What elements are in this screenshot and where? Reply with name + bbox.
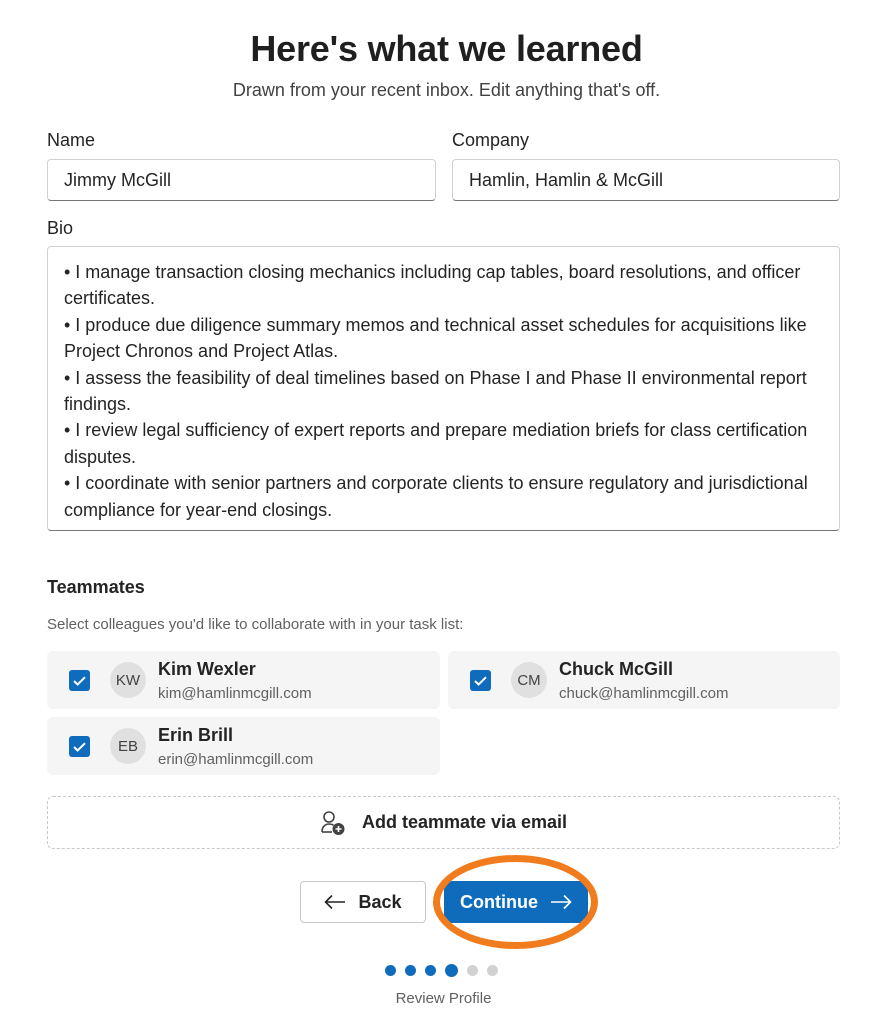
progress-dot bbox=[467, 965, 478, 976]
company-label: Company bbox=[452, 130, 530, 150]
progress-dot-current bbox=[445, 964, 458, 977]
checkmark-icon bbox=[474, 675, 487, 686]
page-subtitle: Drawn from your recent inbox. Edit anyth… bbox=[232, 80, 661, 100]
avatar: KW bbox=[110, 662, 146, 698]
teammate-email: erin@hamlinmcgill.com bbox=[158, 751, 314, 768]
name-field[interactable]: Jimmy McGill bbox=[47, 159, 436, 201]
add-teammate-button[interactable]: Add teammate via email bbox=[47, 796, 840, 849]
teammates-description: Select colleagues you'd like to collabor… bbox=[47, 616, 464, 633]
person-add-icon bbox=[321, 810, 345, 835]
checkmark-icon bbox=[73, 675, 86, 686]
continue-label: Continue bbox=[460, 891, 538, 912]
teammate-card[interactable]: KW Kim Wexler kim@hamlinmcgill.com bbox=[47, 651, 440, 709]
bio-label: Bio bbox=[47, 218, 74, 238]
continue-button[interactable]: Continue bbox=[444, 881, 588, 923]
teammate-card[interactable]: CM Chuck McGill chuck@hamlinmcgill.com bbox=[448, 651, 840, 709]
teammate-email: kim@hamlinmcgill.com bbox=[158, 685, 312, 702]
teammate-card[interactable]: EB Erin Brill erin@hamlinmcgill.com bbox=[47, 717, 440, 775]
teammate-checkbox[interactable] bbox=[69, 670, 90, 691]
progress-dot bbox=[385, 965, 396, 976]
back-button[interactable]: Back bbox=[300, 881, 426, 923]
avatar: CM bbox=[511, 662, 547, 698]
progress-dots bbox=[385, 964, 498, 977]
teammates-heading: Teammates bbox=[47, 577, 145, 597]
teammate-email: chuck@hamlinmcgill.com bbox=[559, 685, 729, 702]
back-label: Back bbox=[358, 891, 402, 912]
teammate-name: Chuck McGill bbox=[559, 659, 674, 679]
progress-dot bbox=[405, 965, 416, 976]
progress-dot bbox=[487, 965, 498, 976]
teammate-checkbox[interactable] bbox=[470, 670, 491, 691]
teammate-name: Kim Wexler bbox=[158, 659, 256, 679]
step-label: Review Profile bbox=[395, 990, 492, 1007]
bio-textarea[interactable]: • I manage transaction closing mechanics… bbox=[47, 246, 840, 531]
teammate-checkbox[interactable] bbox=[69, 736, 90, 757]
avatar: EB bbox=[110, 728, 146, 764]
checkmark-icon bbox=[73, 741, 86, 752]
company-field[interactable]: Hamlin, Hamlin & McGill bbox=[452, 159, 840, 201]
arrow-left-icon bbox=[324, 894, 346, 910]
name-label: Name bbox=[47, 130, 96, 150]
add-teammate-label: Add teammate via email bbox=[361, 812, 568, 832]
page-title: Here's what we learned bbox=[250, 28, 643, 69]
progress-dot bbox=[425, 965, 436, 976]
arrow-right-icon bbox=[551, 894, 572, 910]
teammate-name: Erin Brill bbox=[158, 725, 234, 745]
